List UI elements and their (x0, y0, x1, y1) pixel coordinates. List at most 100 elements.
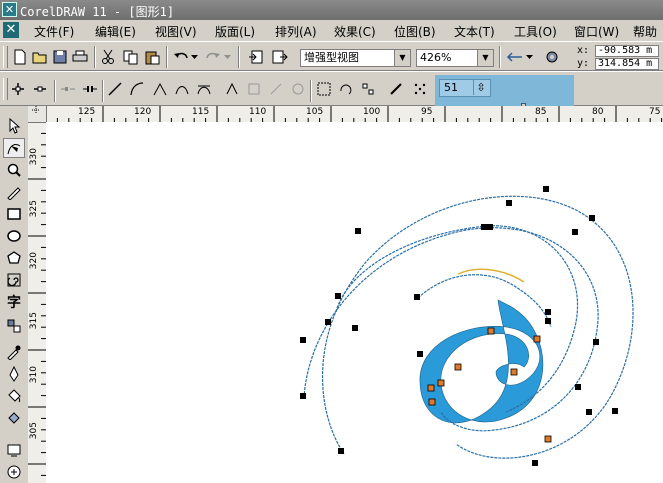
h-ruler-label: 110 (249, 107, 267, 117)
spiral-inner-arm[interactable] (335, 225, 578, 413)
zoom-extra-tool-icon[interactable] (3, 462, 25, 482)
h-ruler-label: 125 (78, 107, 96, 117)
menu-tools[interactable]: 工具(O) (514, 23, 557, 40)
menu-window[interactable]: 窗口(W) (574, 23, 619, 40)
h-ruler-label: 115 (192, 107, 210, 117)
v-ruler-label: 325 (29, 200, 39, 218)
shape-tool-icon[interactable] (3, 138, 25, 158)
toolbar-separator (310, 80, 312, 102)
join-nodes-icon[interactable] (58, 79, 78, 99)
undo-icon[interactable] (171, 47, 191, 67)
spiral-tool-icon[interactable] (3, 270, 25, 290)
redo-dropdown-icon[interactable] (222, 47, 232, 67)
toolbar-separator (54, 80, 56, 102)
menu-view[interactable]: 视图(V) (155, 23, 197, 40)
stretch-nodes-icon[interactable] (314, 79, 334, 99)
pick-tool-icon[interactable] (3, 116, 25, 136)
view-manager-tool-icon[interactable] (3, 440, 25, 460)
h-ruler-label: 85 (535, 107, 547, 117)
save-icon[interactable] (50, 47, 70, 67)
paste-icon[interactable] (142, 47, 162, 67)
chevron-down-icon[interactable]: ▼ (394, 50, 410, 66)
select-all-nodes-icon[interactable] (410, 79, 430, 99)
reverse-direction-icon[interactable] (222, 79, 242, 99)
elastic-mode-icon[interactable] (386, 79, 406, 99)
delete-node-icon[interactable] (30, 79, 50, 99)
snap-dropdown-icon[interactable] (524, 47, 534, 67)
spiral-drawing[interactable] (46, 122, 663, 483)
add-node-icon[interactable] (8, 79, 28, 99)
menu-edit[interactable]: 编辑(E) (95, 23, 136, 40)
h-ruler-label: 100 (363, 107, 381, 117)
h-ruler-label: 75 (649, 107, 661, 117)
to-curve-icon[interactable] (127, 79, 147, 99)
view-mode-select[interactable]: 增强型视图 ▼ (300, 49, 411, 67)
to-line-icon[interactable] (105, 79, 125, 99)
spiral-middle-arm[interactable] (303, 227, 599, 432)
view-mode-value: 增强型视图 (304, 51, 359, 64)
auto-close-icon[interactable] (288, 79, 308, 99)
node-group[interactable] (300, 186, 618, 466)
snap-icon[interactable] (505, 47, 525, 67)
freehand-tool-icon[interactable] (3, 182, 25, 202)
text-tool-icon[interactable]: 字 (3, 292, 25, 312)
rotate-nodes-icon[interactable] (336, 79, 356, 99)
copy-icon[interactable] (120, 47, 140, 67)
zoom-level-select[interactable]: 426% ▼ (416, 49, 494, 67)
v-ruler-label: 310 (29, 366, 39, 384)
menu-bitmaps[interactable]: 位图(B) (394, 23, 436, 40)
extract-subpath-icon[interactable] (266, 79, 286, 99)
spiral-top-curve[interactable] (417, 274, 552, 328)
interactive-fill-tool-icon[interactable] (3, 408, 25, 428)
ellipse-tool-icon[interactable] (3, 226, 25, 246)
v-ruler-label: 305 (29, 422, 39, 440)
menu-arrange[interactable]: 排列(A) (275, 23, 317, 40)
drawing-canvas[interactable] (46, 122, 663, 483)
options-gear-icon[interactable] (542, 47, 562, 67)
h-ruler-label: 80 (592, 107, 604, 117)
redo-icon[interactable] (203, 47, 223, 67)
spiral-highlight-curve (457, 268, 525, 283)
extend-curve-icon[interactable] (244, 79, 264, 99)
title-bar: ✕ CorelDRAW 11 - [图形1] (0, 0, 663, 20)
menu-text[interactable]: 文本(T) (454, 23, 495, 40)
ruler-origin-corner[interactable] (28, 106, 47, 123)
print-icon[interactable] (70, 47, 90, 67)
x-label: x: (577, 45, 590, 56)
outline-pen-tool-icon[interactable] (3, 364, 25, 384)
fill-bucket-tool-icon[interactable] (3, 386, 25, 406)
export-icon[interactable] (270, 47, 290, 67)
smooth-node-icon[interactable] (172, 79, 192, 99)
cusp-node-icon[interactable] (150, 79, 170, 99)
menu-help[interactable]: 帮助 (633, 23, 657, 40)
eyedropper-tool-icon[interactable] (3, 342, 25, 362)
vertical-ruler[interactable]: 330 325 320 315 310 305 (28, 122, 47, 483)
menu-file[interactable]: 文件(F) (34, 23, 74, 40)
toolbar-separator (499, 46, 501, 68)
y-label: y: (577, 58, 590, 69)
break-curve-icon[interactable] (80, 79, 100, 99)
y-value: 314.854 m (595, 58, 659, 70)
x-value: -90.583 m (595, 45, 659, 57)
curve-smoothness-value: 51 (444, 81, 458, 94)
horizontal-ruler[interactable]: 125 120 115 110 105 100 95 85 80 75 (46, 106, 663, 123)
align-nodes-icon[interactable] (358, 79, 378, 99)
import-icon[interactable] (246, 47, 266, 67)
document-menu-icon[interactable]: ✕ (3, 22, 19, 38)
cursor-coordinates: x: -90.583 m y: 314.854 m (575, 43, 663, 71)
spin-arrows-icon[interactable]: ⇳ (473, 80, 488, 95)
symmetrical-node-icon[interactable] (194, 79, 214, 99)
polygon-tool-icon[interactable] (3, 248, 25, 268)
menu-effects[interactable]: 效果(C) (334, 23, 376, 40)
new-document-icon[interactable] (10, 47, 30, 67)
cut-icon[interactable] (98, 47, 118, 67)
toolbar-grip[interactable] (3, 46, 8, 68)
interactive-blend-tool-icon[interactable] (3, 316, 25, 336)
chevron-down-icon[interactable]: ▼ (477, 50, 493, 66)
rectangle-tool-icon[interactable] (3, 204, 25, 224)
open-icon[interactable] (30, 47, 50, 67)
spiral-filled-shape[interactable] (419, 299, 544, 424)
menu-layout[interactable]: 版面(L) (215, 23, 255, 40)
zoom-tool-icon[interactable] (3, 160, 25, 180)
undo-dropdown-icon[interactable] (189, 47, 199, 67)
